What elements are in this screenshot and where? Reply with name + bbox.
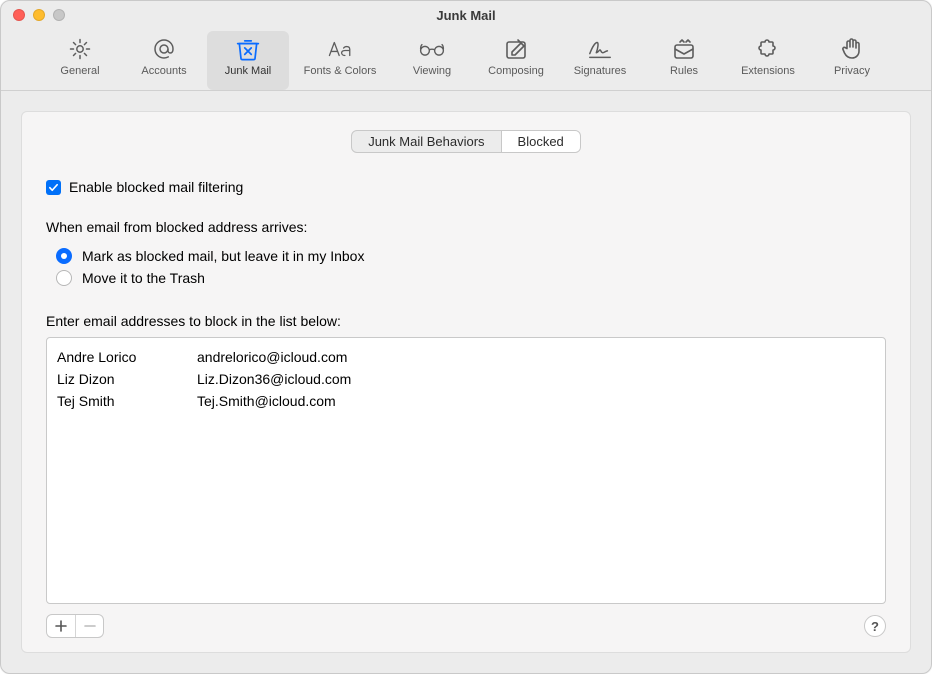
window-controls xyxy=(13,9,65,21)
preferences-toolbar: General Accounts Junk Mail Fonts & Color… xyxy=(1,29,931,91)
tab-label: General xyxy=(60,65,99,77)
glasses-icon xyxy=(418,35,446,63)
add-remove-control xyxy=(46,614,104,638)
list-item[interactable]: Liz Dizon Liz.Dizon36@icloud.com xyxy=(57,368,875,390)
subtab-segmented-control: Junk Mail Behaviors Blocked xyxy=(351,130,581,153)
close-window-button[interactable] xyxy=(13,9,25,21)
list-item[interactable]: Andre Lorico andrelorico@icloud.com xyxy=(57,346,875,368)
segment-junk-behaviors[interactable]: Junk Mail Behaviors xyxy=(352,131,500,152)
blocked-name: Tej Smith xyxy=(57,390,197,412)
gear-icon xyxy=(68,35,92,63)
junk-mail-icon xyxy=(235,35,261,63)
tab-composing[interactable]: Composing xyxy=(475,31,557,90)
panel-footer: ? xyxy=(46,614,886,638)
radio-move-to-trash[interactable] xyxy=(56,270,72,286)
tab-label: Rules xyxy=(670,65,698,77)
tab-privacy[interactable]: Privacy xyxy=(811,31,893,90)
tab-junk-mail[interactable]: Junk Mail xyxy=(207,31,289,90)
radio-leave-in-inbox-label: Mark as blocked mail, but leave it in my… xyxy=(82,248,364,264)
segment-blocked[interactable]: Blocked xyxy=(501,131,580,152)
tab-label: Extensions xyxy=(741,65,795,77)
compose-icon xyxy=(504,35,528,63)
radio-move-to-trash-row[interactable]: Move it to the Trash xyxy=(56,270,886,286)
content-area: Junk Mail Behaviors Blocked Enable block… xyxy=(1,91,931,673)
enable-blocked-filtering-checkbox[interactable] xyxy=(46,180,61,195)
block-list-label: Enter email addresses to block in the li… xyxy=(46,313,886,329)
fonts-icon xyxy=(327,35,353,63)
tab-signatures[interactable]: Signatures xyxy=(559,31,641,90)
minimize-window-button[interactable] xyxy=(33,9,45,21)
enable-blocked-filtering-row[interactable]: Enable blocked mail filtering xyxy=(46,179,886,195)
settings-panel: Junk Mail Behaviors Blocked Enable block… xyxy=(21,111,911,653)
enable-blocked-filtering-label: Enable blocked mail filtering xyxy=(69,179,243,195)
tab-label: Composing xyxy=(488,65,544,77)
at-sign-icon xyxy=(152,35,176,63)
rules-icon xyxy=(672,35,696,63)
tab-rules[interactable]: Rules xyxy=(643,31,725,90)
blocked-addresses-list[interactable]: Andre Lorico andrelorico@icloud.com Liz … xyxy=(46,337,886,604)
help-button[interactable]: ? xyxy=(864,615,886,637)
radio-move-to-trash-label: Move it to the Trash xyxy=(82,270,205,286)
signature-icon xyxy=(587,35,613,63)
blocked-email: Liz.Dizon36@icloud.com xyxy=(197,368,875,390)
radio-leave-in-inbox[interactable] xyxy=(56,248,72,264)
preferences-window: Junk Mail General Accounts Junk Mail F xyxy=(0,0,932,674)
tab-label: Junk Mail xyxy=(225,65,271,77)
tab-extensions[interactable]: Extensions xyxy=(727,31,809,90)
tab-label: Fonts & Colors xyxy=(304,65,377,77)
tab-label: Accounts xyxy=(141,65,186,77)
remove-button[interactable] xyxy=(75,615,103,637)
tab-general[interactable]: General xyxy=(39,31,121,90)
hand-icon xyxy=(841,35,863,63)
blocked-email: Tej.Smith@icloud.com xyxy=(197,390,875,412)
tab-label: Signatures xyxy=(574,65,627,77)
window-title: Junk Mail xyxy=(1,8,931,23)
blocked-name: Andre Lorico xyxy=(57,346,197,368)
tab-label: Viewing xyxy=(413,65,451,77)
tab-fonts-colors[interactable]: Fonts & Colors xyxy=(291,31,389,90)
titlebar: Junk Mail xyxy=(1,1,931,29)
zoom-window-button[interactable] xyxy=(53,9,65,21)
tab-accounts[interactable]: Accounts xyxy=(123,31,205,90)
blocked-name: Liz Dizon xyxy=(57,368,197,390)
list-item[interactable]: Tej Smith Tej.Smith@icloud.com xyxy=(57,390,875,412)
arrives-section-label: When email from blocked address arrives: xyxy=(46,219,886,235)
tab-label: Privacy xyxy=(834,65,870,77)
tab-viewing[interactable]: Viewing xyxy=(391,31,473,90)
radio-leave-in-inbox-row[interactable]: Mark as blocked mail, but leave it in my… xyxy=(56,248,886,264)
add-button[interactable] xyxy=(47,615,75,637)
blocked-email: andrelorico@icloud.com xyxy=(197,346,875,368)
puzzle-icon xyxy=(756,35,780,63)
